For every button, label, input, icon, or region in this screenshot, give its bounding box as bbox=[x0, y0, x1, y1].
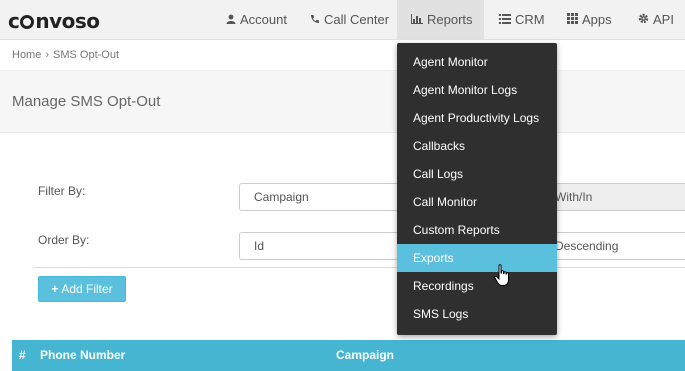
breadcrumb-current: SMS Opt-Out bbox=[53, 49, 120, 61]
nav-apps-label: Apps bbox=[582, 12, 612, 27]
nav-account[interactable]: Account bbox=[226, 0, 287, 40]
logo-text-rest: nvoso bbox=[35, 9, 100, 33]
breadcrumb-home[interactable]: Home bbox=[12, 49, 41, 61]
nav-account-label: Account bbox=[240, 12, 287, 27]
menu-item-call-logs[interactable]: Call Logs bbox=[397, 160, 557, 188]
logo-text: c bbox=[8, 9, 20, 33]
logo-ring-icon bbox=[20, 15, 35, 29]
nav-reports[interactable]: Reports bbox=[397, 0, 484, 40]
page-header: Manage SMS Opt-Out bbox=[0, 70, 685, 133]
nav-crm-label: CRM bbox=[515, 12, 545, 27]
order-by-label: Order By: bbox=[38, 233, 90, 247]
menu-item-recordings[interactable]: Recordings bbox=[397, 272, 557, 300]
menu-item-custom-reports[interactable]: Custom Reports bbox=[397, 216, 557, 244]
form-divider bbox=[33, 267, 685, 268]
user-icon bbox=[226, 1, 236, 41]
column-header-phone-number[interactable]: Phone Number bbox=[40, 348, 125, 362]
add-filter-button[interactable]: + Add Filter bbox=[38, 276, 126, 302]
order-field-select[interactable]: Id bbox=[239, 232, 409, 260]
hand-cursor-icon bbox=[494, 264, 512, 288]
filter-operator-select[interactable]: With/In bbox=[540, 183, 685, 211]
nav-apps[interactable]: Apps bbox=[567, 0, 612, 40]
list-icon bbox=[499, 1, 511, 41]
order-direction-select[interactable]: Descending bbox=[540, 232, 685, 260]
table-header: # Phone Number Campaign bbox=[12, 340, 685, 371]
breadcrumb: Home › SMS Opt-Out bbox=[12, 49, 119, 61]
gear-icon bbox=[638, 1, 649, 41]
nav-api[interactable]: API bbox=[638, 0, 674, 40]
phone-icon bbox=[310, 1, 320, 41]
column-header-index[interactable]: # bbox=[19, 348, 26, 362]
menu-item-agent-monitor[interactable]: Agent Monitor bbox=[397, 48, 557, 76]
nav-api-label: API bbox=[653, 12, 674, 27]
bar-chart-icon bbox=[411, 1, 423, 41]
nav-call-center-label: Call Center bbox=[324, 12, 390, 27]
add-filter-label: Add Filter bbox=[61, 282, 113, 296]
top-nav: c nvoso Account Call Center Reports CRM A… bbox=[0, 0, 685, 40]
menu-item-sms-logs[interactable]: SMS Logs bbox=[397, 300, 557, 328]
nav-call-center[interactable]: Call Center bbox=[310, 0, 389, 40]
menu-item-agent-monitor-logs[interactable]: Agent Monitor Logs bbox=[397, 76, 557, 104]
breadcrumb-separator: › bbox=[45, 49, 50, 61]
menu-item-call-monitor[interactable]: Call Monitor bbox=[397, 188, 557, 216]
menu-item-exports[interactable]: Exports bbox=[397, 244, 557, 272]
filter-by-label: Filter By: bbox=[38, 184, 86, 198]
menu-item-callbacks[interactable]: Callbacks bbox=[397, 132, 557, 160]
menu-item-agent-productivity-logs[interactable]: Agent Productivity Logs bbox=[397, 104, 557, 132]
nav-reports-label: Reports bbox=[427, 12, 473, 27]
page-title: Manage SMS Opt-Out bbox=[12, 93, 161, 110]
column-header-campaign[interactable]: Campaign bbox=[336, 348, 394, 362]
nav-crm[interactable]: CRM bbox=[499, 0, 545, 40]
plus-icon: + bbox=[51, 282, 59, 296]
filter-field-select[interactable]: Campaign bbox=[239, 183, 409, 211]
grid-icon bbox=[567, 1, 578, 41]
convoso-logo[interactable]: c nvoso bbox=[8, 9, 100, 33]
reports-dropdown-menu: Agent Monitor Agent Monitor Logs Agent P… bbox=[397, 43, 557, 335]
